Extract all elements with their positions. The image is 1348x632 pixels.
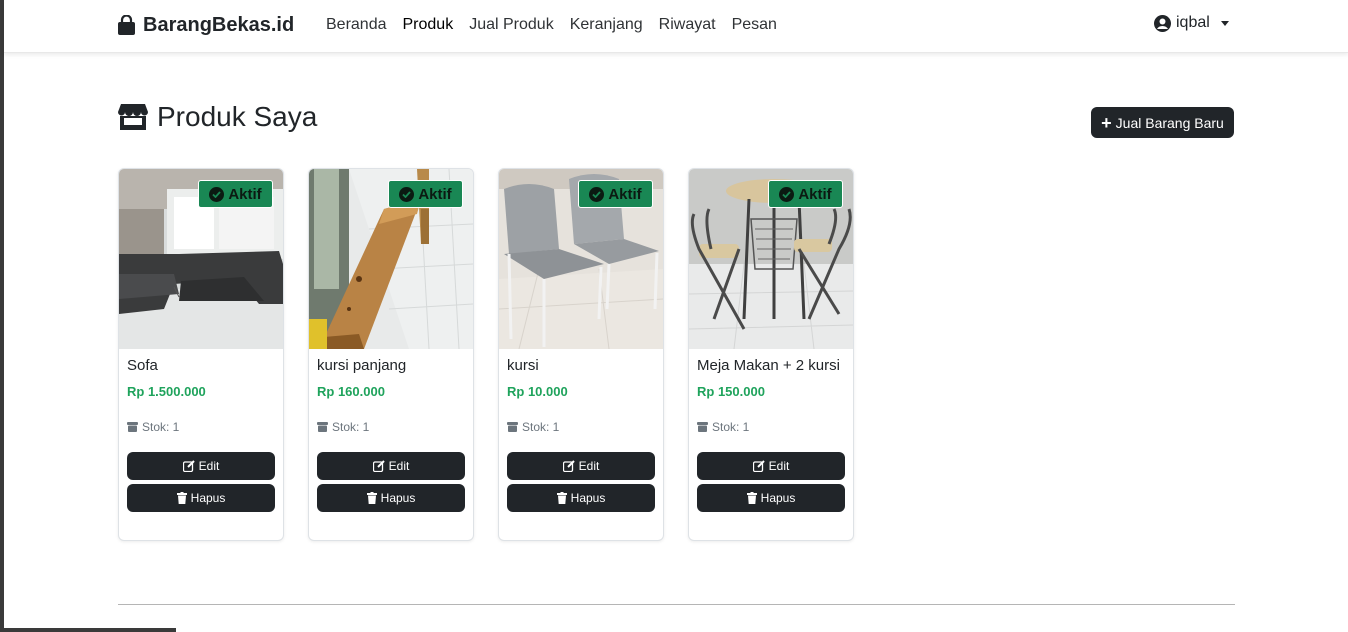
product-stock: Stok: 1 bbox=[697, 420, 749, 434]
nav-link-pesan[interactable]: Pesan bbox=[724, 15, 785, 35]
user-circle-icon bbox=[1154, 14, 1171, 32]
edit-button[interactable]: Edit bbox=[507, 452, 655, 480]
edit-icon bbox=[562, 460, 575, 472]
status-badge-label: Aktif bbox=[608, 185, 642, 203]
shopping-bag-icon bbox=[118, 14, 135, 35]
status-badge: Aktif bbox=[768, 180, 843, 208]
trash-icon bbox=[176, 492, 187, 504]
edit-icon bbox=[182, 460, 195, 472]
nav-links: Beranda Produk Jual Produk Keranjang Riw… bbox=[318, 15, 785, 35]
box-icon bbox=[507, 422, 518, 432]
nav-link-beranda[interactable]: Beranda bbox=[318, 15, 395, 35]
product-price: Rp 1.500.000 bbox=[127, 384, 206, 399]
box-icon bbox=[317, 422, 328, 432]
box-icon bbox=[127, 422, 138, 432]
product-card: Aktif Sofa Rp 1.500.000 Stok: 1 Edit Hap… bbox=[118, 168, 284, 541]
page-title: Produk Saya bbox=[118, 101, 317, 133]
scrollbar-fragment bbox=[4, 628, 176, 632]
delete-button-label: Hapus bbox=[760, 491, 796, 505]
brand-logo[interactable]: BarangBekas.id bbox=[117, 12, 294, 38]
nav-link-keranjang[interactable]: Keranjang bbox=[562, 15, 651, 35]
check-circle-icon bbox=[399, 186, 415, 202]
delete-button[interactable]: Hapus bbox=[317, 484, 465, 512]
edit-button[interactable]: Edit bbox=[697, 452, 845, 480]
product-stock-label: Stok: 1 bbox=[712, 420, 750, 434]
edit-button-label: Edit bbox=[198, 459, 220, 473]
status-badge-label: Aktif bbox=[418, 185, 452, 203]
navbar: BarangBekas.id Beranda Produk Jual Produ… bbox=[4, 0, 1348, 53]
edit-button-label: Edit bbox=[578, 459, 600, 473]
status-badge-label: Aktif bbox=[228, 185, 262, 203]
product-stock-label: Stok: 1 bbox=[142, 420, 180, 434]
trash-icon bbox=[746, 492, 757, 504]
product-price: Rp 150.000 bbox=[697, 384, 765, 399]
product-card: Aktif Meja Makan + 2 kursi Rp 150.000 St… bbox=[688, 168, 854, 541]
status-badge: Aktif bbox=[388, 180, 463, 208]
sell-new-item-button[interactable]: + Jual Barang Baru bbox=[1091, 107, 1234, 138]
product-stock: Stok: 1 bbox=[127, 420, 179, 434]
product-name: kursi panjang bbox=[317, 357, 407, 374]
product-price: Rp 10.000 bbox=[507, 384, 568, 399]
product-stock-label: Stok: 1 bbox=[522, 420, 560, 434]
product-name: Meja Makan + 2 kursi bbox=[697, 357, 840, 374]
status-badge-label: Aktif bbox=[798, 185, 832, 203]
delete-button[interactable]: Hapus bbox=[697, 484, 845, 512]
edit-button[interactable]: Edit bbox=[317, 452, 465, 480]
check-circle-icon bbox=[779, 186, 795, 202]
page-title-text: Produk Saya bbox=[157, 101, 318, 132]
box-icon bbox=[697, 422, 708, 432]
store-icon bbox=[118, 104, 148, 130]
product-stock-label: Stok: 1 bbox=[332, 420, 370, 434]
trash-icon bbox=[556, 492, 567, 504]
delete-button-label: Hapus bbox=[570, 491, 606, 505]
delete-button[interactable]: Hapus bbox=[127, 484, 275, 512]
delete-button[interactable]: Hapus bbox=[507, 484, 655, 512]
status-badge: Aktif bbox=[578, 180, 653, 208]
product-stock: Stok: 1 bbox=[507, 420, 559, 434]
check-circle-icon bbox=[209, 186, 225, 202]
product-price: Rp 160.000 bbox=[317, 384, 385, 399]
sell-new-item-label: Jual Barang Baru bbox=[1115, 114, 1224, 131]
edit-icon bbox=[752, 460, 765, 472]
brand-name: BarangBekas.id bbox=[143, 13, 295, 36]
trash-icon bbox=[366, 492, 377, 504]
edit-button[interactable]: Edit bbox=[127, 452, 275, 480]
product-name: Sofa bbox=[127, 357, 158, 374]
nav-link-riwayat[interactable]: Riwayat bbox=[651, 15, 724, 35]
edit-icon bbox=[372, 460, 385, 472]
product-card: Aktif kursi Rp 10.000 Stok: 1 Edit Hapus bbox=[498, 168, 664, 541]
user-dropdown[interactable]: iqbal bbox=[1154, 14, 1229, 32]
product-card: Aktif kursi panjang Rp 160.000 Stok: 1 E… bbox=[308, 168, 474, 541]
user-name: iqbal bbox=[1176, 14, 1210, 31]
delete-button-label: Hapus bbox=[380, 491, 416, 505]
edit-button-label: Edit bbox=[768, 459, 790, 473]
footer-divider bbox=[118, 604, 1235, 605]
nav-link-produk[interactable]: Produk bbox=[395, 15, 462, 35]
product-name: kursi bbox=[507, 357, 539, 374]
delete-button-label: Hapus bbox=[190, 491, 226, 505]
plus-icon: + bbox=[1101, 112, 1112, 133]
nav-link-jual-produk[interactable]: Jual Produk bbox=[461, 15, 562, 35]
chevron-down-icon bbox=[1220, 20, 1229, 26]
edit-button-label: Edit bbox=[388, 459, 410, 473]
status-badge: Aktif bbox=[198, 180, 273, 208]
check-circle-icon bbox=[589, 186, 605, 202]
product-stock: Stok: 1 bbox=[317, 420, 369, 434]
